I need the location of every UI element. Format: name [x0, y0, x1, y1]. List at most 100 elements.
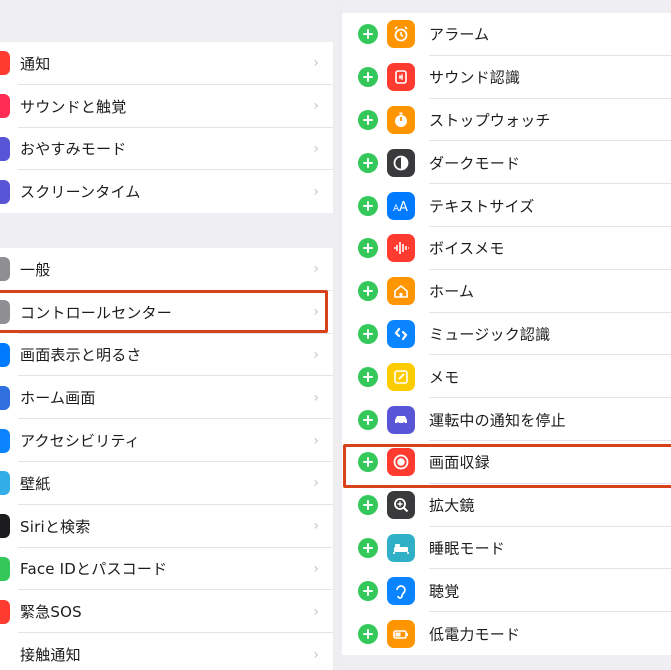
chevron-right-icon: ›: [313, 98, 319, 115]
settings-item[interactable]: ホーム画面 ›: [0, 376, 333, 420]
settings-item-label: スクリーンタイム: [20, 183, 141, 202]
settings-item[interactable]: アクセシビリティ ›: [0, 419, 333, 462]
settings-group-general: 一般 › コントロールセンター › 画面表示と明るさ › ホーム画面 › アクセシビリティ › 壁紙…: [0, 248, 333, 670]
chevron-right-icon: ›: [313, 304, 319, 321]
text-size-icon: AA: [387, 191, 415, 220]
add-control-button[interactable]: [358, 152, 378, 173]
settings-group-notifications: 通知 › サウンドと触覚 › おやすみモード › スクリーンタイム ›: [0, 42, 333, 214]
settings-item[interactable]: サウンドと触覚 ›: [0, 85, 333, 128]
settings-item[interactable]: 壁紙 ›: [0, 462, 333, 505]
magnifier-icon: [387, 491, 415, 520]
settings-item[interactable]: スクリーンタイム ›: [0, 170, 333, 213]
settings-item-label: Face IDとパスコード: [20, 560, 168, 579]
gear-icon: [0, 257, 10, 282]
more-control-item: 聴覚: [342, 569, 671, 613]
add-control-button[interactable]: [358, 409, 378, 430]
shazam-icon: [387, 319, 415, 348]
settings-item[interactable]: 緊急SOS ›: [0, 590, 333, 634]
more-control-label: 低電力モード: [429, 625, 521, 644]
settings-item-label: 画面表示と明るさ: [20, 346, 142, 365]
more-control-label: 聴覚: [429, 582, 460, 601]
battery-icon: [387, 619, 415, 648]
settings-item-label: サウンドと触覚: [20, 97, 127, 116]
car-icon: [387, 405, 415, 434]
faceid-icon: [0, 556, 10, 581]
settings-item-label: 一般: [20, 260, 51, 279]
more-control-item: ホーム: [342, 270, 671, 313]
chevron-right-icon: ›: [313, 603, 319, 620]
sos-icon: [0, 599, 10, 624]
more-control-item: 低電力モード: [342, 612, 671, 655]
chevron-right-icon: ›: [313, 140, 319, 157]
settings-item-label: 壁紙: [20, 474, 51, 493]
accessibility-icon: [0, 428, 10, 453]
settings-item[interactable]: 接触通知 ›: [0, 633, 333, 670]
stopwatch-icon: [387, 105, 415, 134]
settings-item[interactable]: Face IDとパスコード ›: [0, 548, 333, 591]
more-control-label: ストップウォッチ: [429, 111, 551, 130]
aa-icon: [0, 342, 10, 367]
add-control-button[interactable]: [358, 109, 378, 130]
svg-text:A: A: [399, 200, 408, 215]
bed-icon: [387, 533, 415, 562]
more-control-label: アラーム: [429, 25, 490, 44]
settings-item-label: Siriと検索: [20, 517, 91, 536]
settings-item[interactable]: Siriと検索 ›: [0, 505, 333, 548]
add-control-button[interactable]: [358, 495, 378, 516]
grid-icon: [0, 385, 10, 410]
add-control-button[interactable]: [358, 67, 378, 88]
more-control-label: ミュージック認識: [429, 325, 551, 344]
add-control-button[interactable]: [358, 537, 378, 558]
settings-item[interactable]: コントロールセンター ›: [0, 291, 333, 334]
more-control-label: サウンド認識: [429, 68, 521, 87]
settings-item-label: おやすみモード: [20, 140, 127, 159]
settings-item-label: コントロールセンター: [20, 303, 173, 322]
more-control-label: ダークモード: [429, 154, 521, 173]
more-control-label: 画面収録: [429, 453, 490, 472]
settings-item[interactable]: おやすみモード ›: [0, 128, 333, 171]
more-control-label: 睡眠モード: [429, 539, 506, 558]
settings-item[interactable]: 通知 ›: [0, 42, 333, 85]
chevron-right-icon: ›: [313, 646, 319, 663]
bell-icon: [0, 51, 10, 76]
add-control-button[interactable]: [358, 238, 378, 259]
settings-item-label: 接触通知: [20, 646, 81, 665]
exposure-icon: [0, 642, 10, 667]
chevron-right-icon: ›: [313, 183, 319, 200]
more-control-item: ダークモード: [342, 141, 671, 185]
voice-memo-icon: [387, 234, 415, 263]
more-control-item: アラーム: [342, 13, 671, 56]
chevron-right-icon: ›: [313, 475, 319, 492]
chevron-right-icon: ›: [313, 346, 319, 363]
add-control-button[interactable]: [358, 366, 378, 387]
settings-item[interactable]: 一般 ›: [0, 248, 333, 291]
switches-icon: [0, 300, 10, 325]
add-control-button[interactable]: [358, 281, 378, 302]
alarm-icon: [387, 20, 415, 49]
add-control-button[interactable]: [358, 452, 378, 473]
flower-icon: [0, 471, 10, 496]
more-control-item: ストップウォッチ: [342, 99, 671, 142]
chevron-right-icon: ›: [313, 55, 319, 72]
add-control-button[interactable]: [358, 623, 378, 644]
sound-recognition-icon: [387, 63, 415, 92]
add-control-button[interactable]: [358, 195, 378, 216]
add-control-button[interactable]: [358, 323, 378, 344]
more-control-item: 運転中の通知を停止: [342, 398, 671, 441]
add-control-button[interactable]: [358, 24, 378, 45]
more-controls-list: アラーム サウンド認識 ストップウォッチ ダークモード A A テキストサイズ ボイスメモ ホー…: [342, 13, 671, 655]
add-control-button[interactable]: [358, 580, 378, 601]
speaker-icon: [0, 94, 10, 119]
chevron-right-icon: ›: [313, 432, 319, 449]
more-control-label: 運転中の通知を停止: [429, 411, 566, 430]
settings-item-label: 緊急SOS: [20, 603, 82, 622]
settings-item-label: 通知: [20, 54, 51, 73]
more-control-item: 拡大鏡: [342, 484, 671, 527]
settings-item[interactable]: 画面表示と明るさ ›: [0, 334, 333, 377]
ear-icon: [387, 576, 415, 605]
siri-icon: [0, 514, 10, 539]
more-control-label: メモ: [429, 368, 460, 387]
more-control-item: ミュージック認識: [342, 313, 671, 356]
more-control-item: 睡眠モード: [342, 527, 671, 570]
moon-icon: [0, 136, 10, 161]
